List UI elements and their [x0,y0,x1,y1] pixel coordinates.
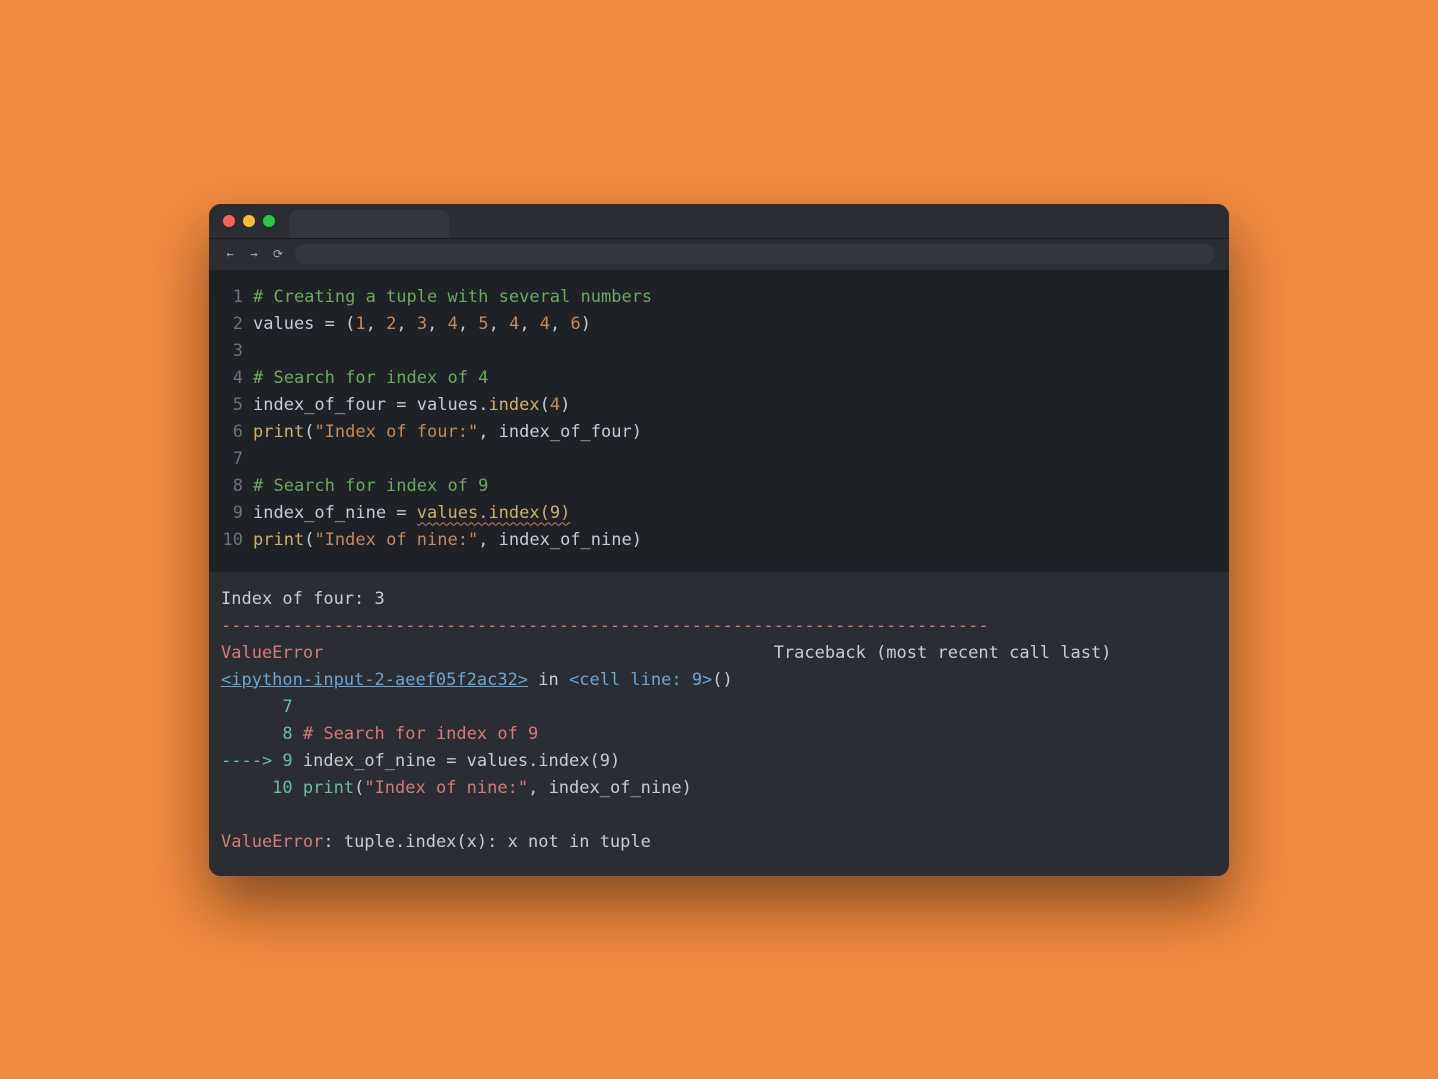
navbar: ← → ⟳ [209,238,1229,270]
content: 1# Creating a tuple with several numbers… [209,270,1229,876]
error-header: ValueError Traceback (most recent call l… [221,640,1217,667]
line-number: 4 [219,365,253,392]
traceback-context-line: 8 # Search for index of 9 [221,721,1217,748]
code-line: 10print("Index of nine:", index_of_nine) [219,527,1219,554]
back-icon[interactable]: ← [223,247,237,261]
titlebar [209,204,1229,238]
maximize-icon[interactable] [263,215,275,227]
code-line: 2values = (1, 2, 3, 4, 5, 4, 4, 6) [219,311,1219,338]
code-line: 7 [219,446,1219,473]
line-number: 10 [219,527,253,554]
line-number: 9 [219,500,253,527]
line-number: 3 [219,338,253,365]
line-number: 6 [219,419,253,446]
line-number: 8 [219,473,253,500]
traceback-divider: ----------------------------------------… [221,613,1217,640]
code-text: # Search for index of 4 [253,365,488,392]
code-text: print("Index of nine:", index_of_nine) [253,527,642,554]
code-line: 4# Search for index of 4 [219,365,1219,392]
minimize-icon[interactable] [243,215,255,227]
stdout-line: Index of four: 3 [221,586,1217,613]
line-number: 1 [219,284,253,311]
line-number: 7 [219,446,253,473]
browser-tab[interactable] [289,210,449,238]
code-text: index_of_nine = values.index(9) [253,500,570,527]
address-bar[interactable] [295,244,1215,264]
traceback-context-line: 10 print("Index of nine:", index_of_nine… [221,775,1217,802]
code-line: 6print("Index of four:", index_of_four) [219,419,1219,446]
output-panel: Index of four: 3------------------------… [209,572,1229,876]
line-number: 5 [219,392,253,419]
window-controls [223,215,275,227]
code-line: 8# Search for index of 9 [219,473,1219,500]
code-text: print("Index of four:", index_of_four) [253,419,642,446]
code-line: 9index_of_nine = values.index(9) [219,500,1219,527]
browser-window: ← → ⟳ 1# Creating a tuple with several n… [209,204,1229,876]
code-line: 5index_of_four = values.index(4) [219,392,1219,419]
traceback-location: <ipython-input-2-aeef05f2ac32> in <cell … [221,667,1217,694]
line-number: 2 [219,311,253,338]
code-text: # Creating a tuple with several numbers [253,284,652,311]
code-line: 3 [219,338,1219,365]
code-text: values = (1, 2, 3, 4, 5, 4, 4, 6) [253,311,591,338]
code-editor: 1# Creating a tuple with several numbers… [209,270,1229,572]
close-icon[interactable] [223,215,235,227]
code-line: 1# Creating a tuple with several numbers [219,284,1219,311]
code-text: index_of_four = values.index(4) [253,392,570,419]
reload-icon[interactable]: ⟳ [271,247,285,261]
blank-line [221,802,1217,829]
forward-icon[interactable]: → [247,247,261,261]
traceback-context-line: 7 [221,694,1217,721]
error-message: ValueError: tuple.index(x): x not in tup… [221,829,1217,856]
traceback-error-line: ----> 9 index_of_nine = values.index(9) [221,748,1217,775]
code-text: # Search for index of 9 [253,473,488,500]
